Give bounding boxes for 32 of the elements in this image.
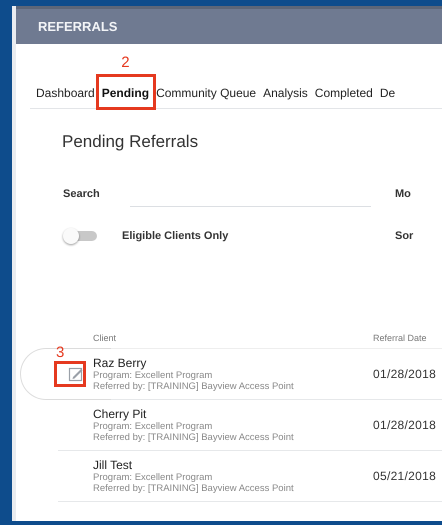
search-label: Search (63, 188, 101, 200)
program-text: Program: Excellent Program (93, 370, 214, 381)
referrer-text: Referred by: [TRAINING] Bayview Access Point (93, 483, 295, 494)
tab[interactable]: Community Queue (156, 86, 256, 100)
table-cell: 01/28/2018 (373, 418, 436, 432)
field-label: Sor (395, 230, 414, 242)
client-name[interactable]: Jill Test (93, 458, 373, 472)
table-cell: 01/28/2018 (373, 367, 436, 381)
field-label: Mo (395, 188, 411, 200)
program-text: Program: Excellent Program (93, 472, 214, 483)
highlight-box (54, 361, 86, 387)
toggle-label: Eligible Clients Only (122, 230, 228, 242)
app-title: REFERRALS (38, 19, 118, 34)
referrer-text: Referred by: [TRAINING] Bayview Access Point (93, 432, 295, 443)
page-title: Pending Referrals (62, 132, 200, 152)
referrer-text: Referred by: [TRAINING] Bayview Access Point (93, 381, 295, 392)
highlight-box (96, 74, 156, 110)
tab[interactable]: De (380, 86, 396, 100)
client-name[interactable]: Cherry Pit (93, 407, 373, 421)
edit-icon[interactable] (68, 366, 84, 382)
tab[interactable]: Completed (314, 86, 373, 100)
table-cell: 05/21/2018 (373, 469, 436, 483)
callout-number: 2 (121, 55, 130, 70)
toggle-switch[interactable] (63, 229, 97, 243)
client-name[interactable]: Raz Berry (93, 356, 373, 370)
column-header: Referral Date (373, 333, 427, 343)
tab[interactable]: Dashboard (36, 86, 95, 100)
tab[interactable]: Pending (102, 86, 150, 100)
column-header: Client (93, 333, 118, 343)
callout-number: 3 (56, 345, 64, 360)
tab[interactable]: Analysis (263, 86, 308, 100)
program-text: Program: Excellent Program (93, 421, 214, 432)
